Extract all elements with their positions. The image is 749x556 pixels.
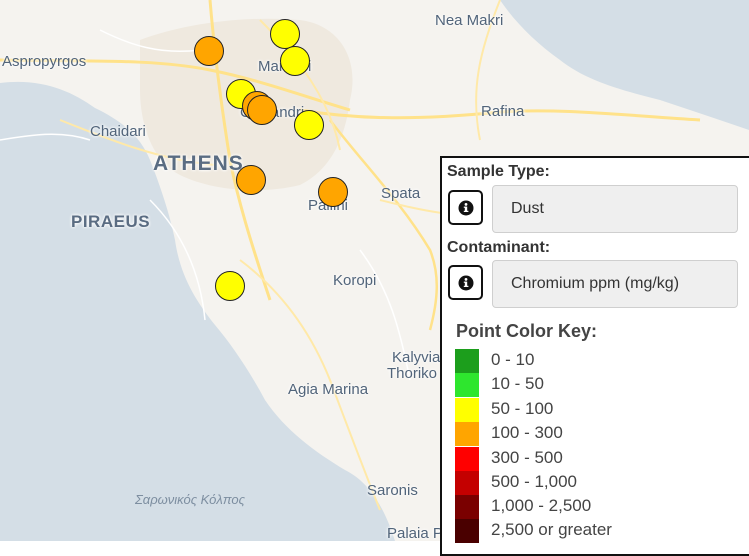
info-circle-icon (458, 200, 473, 215)
place-nea-makri: Nea Makri (435, 12, 504, 29)
info-circle-icon (458, 275, 473, 290)
place-spata: Spata (381, 185, 421, 202)
place-rafina: Rafina (481, 103, 525, 120)
sample-marker[interactable] (280, 46, 310, 76)
key-swatch (455, 495, 479, 519)
key-label: 100 - 300 (491, 423, 563, 442)
place-saronis: Saronis (367, 482, 418, 499)
sample-marker[interactable] (247, 95, 277, 125)
place-agia-marina: Agia Marina (288, 381, 369, 398)
key-swatch (455, 422, 479, 446)
contaminant-label: Contaminant: (447, 239, 551, 256)
sample-marker[interactable] (294, 110, 324, 140)
key-swatch (455, 373, 479, 397)
place-aspropyrgos: Aspropyrgos (2, 53, 87, 70)
key-swatch (455, 447, 479, 471)
place-kalyvia: Kalyvia (392, 349, 441, 366)
key-label: 2,500 or greater (491, 520, 612, 539)
sample-marker[interactable] (236, 165, 266, 195)
place-chaidari: Chaidari (90, 123, 146, 140)
filter-panel: Sample Type: Dust Contaminant: Chromium … (440, 156, 749, 556)
key-label: 1,000 - 2,500 (491, 496, 592, 515)
place-koropi: Koropi (333, 272, 377, 289)
color-key-title: Point Color Key: (456, 321, 598, 341)
sample-marker[interactable] (318, 177, 348, 207)
key-swatch (455, 519, 479, 543)
sample-type-select[interactable]: Dust (492, 185, 738, 233)
key-swatch (455, 471, 479, 495)
key-label: 50 - 100 (491, 399, 554, 418)
sample-marker[interactable] (270, 19, 300, 49)
sample-marker[interactable] (215, 271, 245, 301)
key-swatch (455, 398, 479, 422)
sample-marker[interactable] (194, 36, 224, 66)
key-label: 500 - 1,000 (491, 472, 578, 491)
place-thoriko: Thoriko (387, 365, 438, 382)
sample-type-label: Sample Type: (447, 163, 550, 180)
contaminant-select[interactable]: Chromium ppm (mg/kg) (492, 260, 738, 308)
key-swatch (455, 349, 479, 373)
key-label: 10 - 50 (491, 374, 544, 393)
key-label: 300 - 500 (491, 448, 563, 467)
place-athens: ATHENS (153, 152, 244, 175)
place-piraeus: PIRAEUS (71, 212, 151, 231)
key-label: 0 - 10 (491, 350, 535, 369)
contaminant-info-button[interactable] (448, 265, 483, 300)
sample-type-info-button[interactable] (448, 190, 483, 225)
place-saronikos: Σαρωνικός Κόλπος (135, 492, 245, 507)
